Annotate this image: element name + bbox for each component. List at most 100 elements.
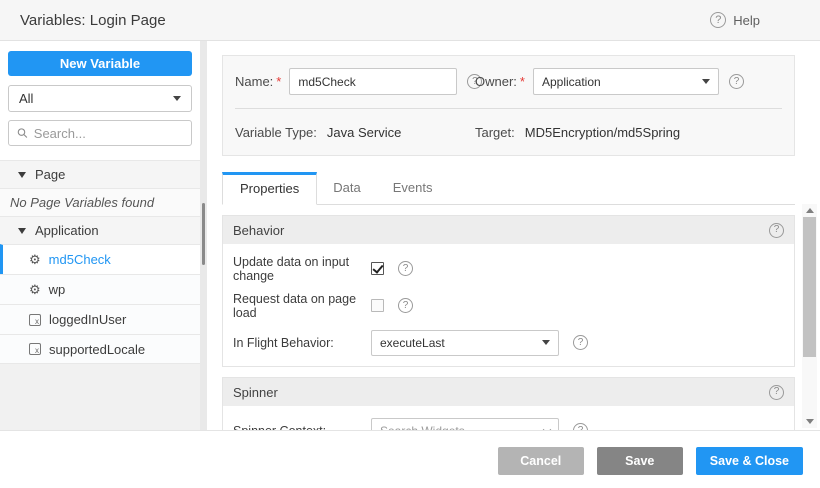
static-variable-icon: x	[29, 314, 41, 326]
target-label: Target:	[475, 125, 515, 140]
spinner-context-select[interactable]: Search Widgets	[371, 418, 559, 431]
name-owner-row: Name: * Owner: * Application	[235, 68, 782, 95]
prop-row-update-data: Update data on input change	[233, 250, 784, 287]
required-marker: *	[520, 74, 525, 89]
tree-group-application[interactable]: Application	[0, 216, 200, 244]
help-icon	[710, 12, 726, 28]
owner-help-icon[interactable]	[729, 74, 744, 89]
owner-select[interactable]: Application	[533, 68, 719, 95]
behavior-title: Behavior	[233, 223, 284, 238]
prop-label: Update data on input change	[233, 255, 371, 283]
prop-row-spinner-context: Spinner Context: Search Widgets	[233, 412, 784, 430]
type-target-row: Variable Type: Java Service Target: MD5E…	[235, 123, 782, 141]
target-group: Target: MD5Encryption/md5Spring	[475, 125, 680, 140]
sidebar: New Variable All Page	[0, 41, 200, 430]
tree-item-label: md5Check	[49, 252, 111, 267]
save-button[interactable]: Save	[597, 447, 683, 475]
divider	[235, 108, 782, 109]
sidebar-filler	[0, 364, 200, 430]
variable-tree: Page No Page Variables found Application…	[0, 160, 200, 364]
variable-info-box: Name: * Owner: * Application	[222, 55, 795, 156]
chevron-down-icon	[173, 96, 181, 101]
help-button[interactable]: Help	[710, 12, 760, 28]
behavior-section-header: Behavior	[223, 216, 794, 244]
spinner-title: Spinner	[233, 385, 278, 400]
name-input[interactable]	[289, 68, 457, 95]
spinner-context-help-icon[interactable]	[573, 423, 588, 430]
search-input[interactable]	[34, 126, 183, 141]
cancel-button[interactable]: Cancel	[498, 447, 584, 475]
behavior-section-body: Update data on input change Request data…	[223, 244, 794, 366]
tab-data[interactable]: Data	[317, 172, 376, 204]
page-empty-message: No Page Variables found	[0, 188, 200, 216]
scrollbar-thumb[interactable]	[803, 217, 816, 357]
owner-label: Owner:	[475, 74, 517, 89]
request-data-help-icon[interactable]	[398, 298, 413, 313]
dialog-body: New Variable All Page	[0, 41, 820, 431]
tab-events[interactable]: Events	[377, 172, 449, 204]
tree-item-label: wp	[49, 282, 66, 297]
name-label: Name:	[235, 74, 273, 89]
sidebar-scrollbar[interactable]	[200, 41, 207, 430]
sidebar-item-loggedinuser[interactable]: x loggedInUser	[0, 304, 200, 334]
static-variable-icon: x	[29, 343, 41, 355]
page-title: Variables: Login Page	[20, 12, 166, 29]
service-variable-icon: ⚙	[29, 283, 41, 296]
tree-item-label: loggedInUser	[49, 312, 126, 327]
behavior-help-icon[interactable]	[769, 223, 784, 238]
in-flight-behavior-select[interactable]: executeLast	[371, 330, 559, 356]
chevron-down-icon	[543, 425, 551, 430]
sidebar-item-supportedlocale[interactable]: x supportedLocale	[0, 334, 200, 364]
sidebar-scrollbar-thumb[interactable]	[202, 203, 205, 265]
in-flight-behavior-value: executeLast	[380, 336, 445, 350]
in-flight-help-icon[interactable]	[573, 335, 588, 350]
prop-label: Spinner Context:	[233, 424, 371, 431]
update-data-help-icon[interactable]	[398, 261, 413, 276]
scroll-down-icon[interactable]	[806, 419, 814, 424]
variable-filter-value: All	[19, 91, 33, 106]
variables-dialog: Variables: Login Page Help New Variable …	[0, 0, 820, 488]
properties-scrollbar[interactable]	[802, 204, 817, 428]
variable-type-label: Variable Type:	[235, 125, 317, 140]
tab-properties[interactable]: Properties	[222, 172, 317, 205]
chevron-down-icon	[702, 79, 710, 84]
search-box[interactable]	[8, 120, 192, 146]
prop-label: Request data on page load	[233, 292, 371, 320]
chevron-down-icon	[542, 340, 550, 345]
sidebar-controls: New Variable All	[0, 41, 200, 146]
dialog-header: Variables: Login Page Help	[0, 0, 820, 41]
variable-filter-select[interactable]: All	[8, 85, 192, 112]
spinner-section: Spinner Spinner Context: Search Widgets	[222, 377, 795, 430]
prop-label: In Flight Behavior:	[233, 336, 371, 350]
tree-group-label: Application	[35, 223, 99, 238]
collapse-arrow-icon	[18, 228, 26, 234]
tree-group-page[interactable]: Page	[0, 160, 200, 188]
search-icon	[17, 127, 28, 139]
help-label: Help	[733, 13, 760, 28]
dialog-footer: Cancel Save Save & Close	[0, 431, 820, 487]
behavior-section: Behavior Update data on input change Req…	[222, 215, 795, 367]
target-value: MD5Encryption/md5Spring	[525, 125, 680, 140]
prop-row-request-data: Request data on page load	[233, 287, 784, 324]
scroll-up-icon[interactable]	[806, 208, 814, 213]
main-panel: Name: * Owner: * Application	[207, 41, 820, 430]
owner-value: Application	[542, 75, 601, 89]
tree-group-label: Page	[35, 167, 65, 182]
service-variable-icon: ⚙	[29, 253, 41, 266]
tree-item-label: supportedLocale	[49, 342, 145, 357]
spinner-help-icon[interactable]	[769, 385, 784, 400]
request-data-checkbox[interactable]	[371, 299, 384, 312]
update-data-checkbox[interactable]	[371, 262, 384, 275]
tab-bar: Properties Data Events	[222, 172, 795, 205]
new-variable-button[interactable]: New Variable	[8, 51, 192, 76]
spinner-section-header: Spinner	[223, 378, 794, 406]
owner-group: Owner: * Application	[475, 68, 744, 95]
sidebar-item-wp[interactable]: ⚙ wp	[0, 274, 200, 304]
spinner-section-body: Spinner Context: Search Widgets	[223, 406, 794, 430]
variable-type-value: Java Service	[327, 125, 401, 140]
save-and-close-button[interactable]: Save & Close	[696, 447, 803, 475]
sidebar-item-md5check[interactable]: ⚙ md5Check	[0, 244, 200, 274]
collapse-arrow-icon	[18, 172, 26, 178]
required-marker: *	[276, 74, 281, 89]
prop-row-in-flight: In Flight Behavior: executeLast	[233, 324, 784, 361]
